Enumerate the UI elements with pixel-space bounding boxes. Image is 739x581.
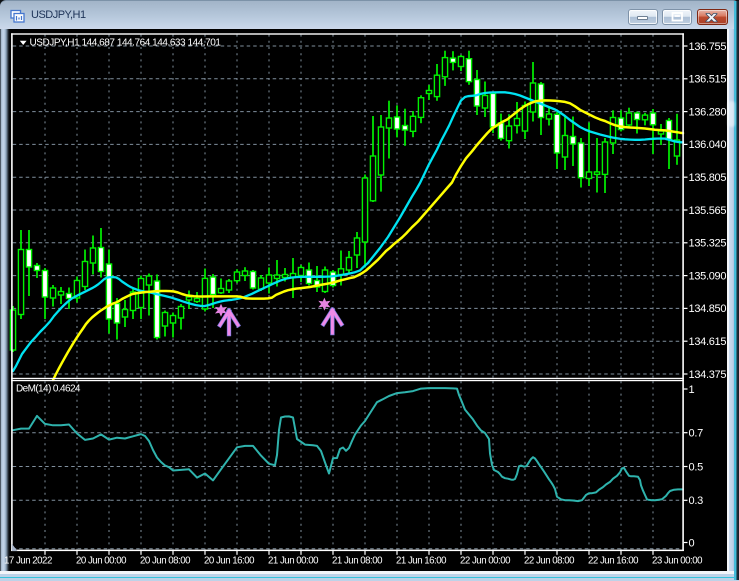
svg-text:17 Jun 2022: 17 Jun 2022 (4, 556, 52, 567)
svg-text:136.280: 136.280 (689, 106, 727, 118)
svg-text:23 Jun 00:00: 23 Jun 00:00 (652, 556, 703, 567)
svg-text:134.850: 134.850 (689, 303, 727, 315)
svg-text:21 Jun 16:00: 21 Jun 16:00 (396, 556, 447, 567)
svg-text:21 Jun 00:00: 21 Jun 00:00 (268, 556, 319, 567)
svg-text:0.7: 0.7 (689, 428, 704, 440)
svg-text:136.040: 136.040 (689, 139, 727, 151)
svg-text:21 Jun 08:00: 21 Jun 08:00 (332, 556, 383, 567)
svg-text:135.325: 135.325 (689, 238, 727, 250)
svg-text:20 Jun 16:00: 20 Jun 16:00 (204, 556, 255, 567)
svg-text:22 Jun 08:00: 22 Jun 08:00 (524, 556, 575, 567)
svg-text:136.755: 136.755 (689, 41, 727, 53)
svg-text:134.375: 134.375 (689, 369, 727, 381)
svg-text:USDJPY,H1 144.687 144.764 144.: USDJPY,H1 144.687 144.764 144.633 144.70… (30, 38, 222, 49)
svg-text:DeM(14) 0.4624: DeM(14) 0.4624 (16, 383, 81, 394)
svg-text:134.615: 134.615 (689, 336, 727, 348)
svg-text:1: 1 (689, 384, 695, 396)
svg-text:22 Jun 16:00: 22 Jun 16:00 (588, 556, 639, 567)
svg-text:22 Jun 00:00: 22 Jun 00:00 (460, 556, 511, 567)
svg-text:0.5: 0.5 (689, 461, 704, 473)
svg-text:135.805: 135.805 (689, 172, 727, 184)
svg-text:0: 0 (689, 537, 695, 549)
svg-text:135.090: 135.090 (689, 270, 727, 282)
svg-text:136.515: 136.515 (689, 74, 727, 86)
svg-text:135.565: 135.565 (689, 205, 727, 217)
svg-text:0.3: 0.3 (689, 495, 704, 507)
svg-text:20 Jun 08:00: 20 Jun 08:00 (140, 556, 191, 567)
svg-text:20 Jun 00:00: 20 Jun 00:00 (76, 556, 127, 567)
